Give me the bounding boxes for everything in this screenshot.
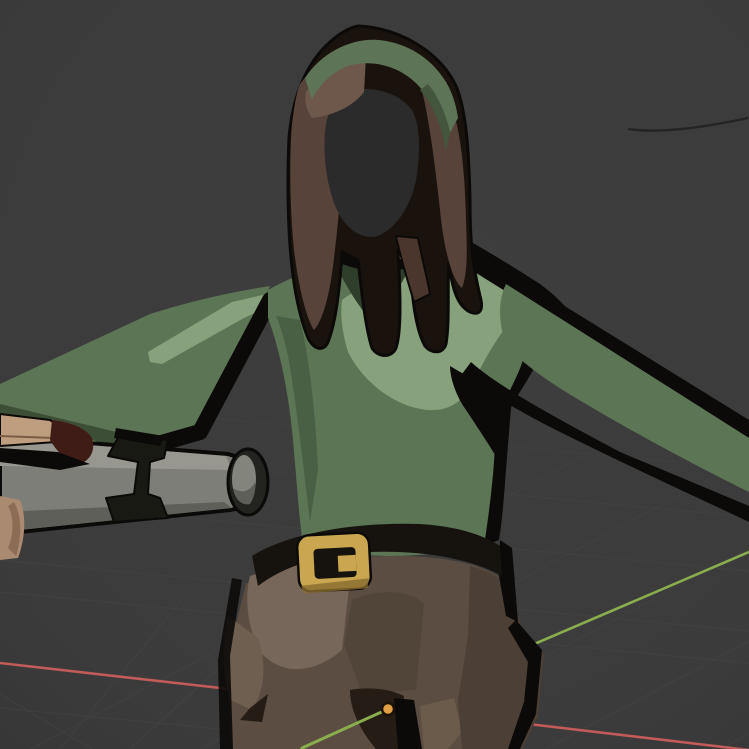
- belt-buckle: [297, 532, 372, 594]
- 3d-viewport[interactable]: [0, 0, 749, 749]
- object-origin-point[interactable]: [382, 703, 394, 715]
- viewport-canvas[interactable]: [0, 0, 749, 749]
- buckle-prong: [338, 555, 357, 572]
